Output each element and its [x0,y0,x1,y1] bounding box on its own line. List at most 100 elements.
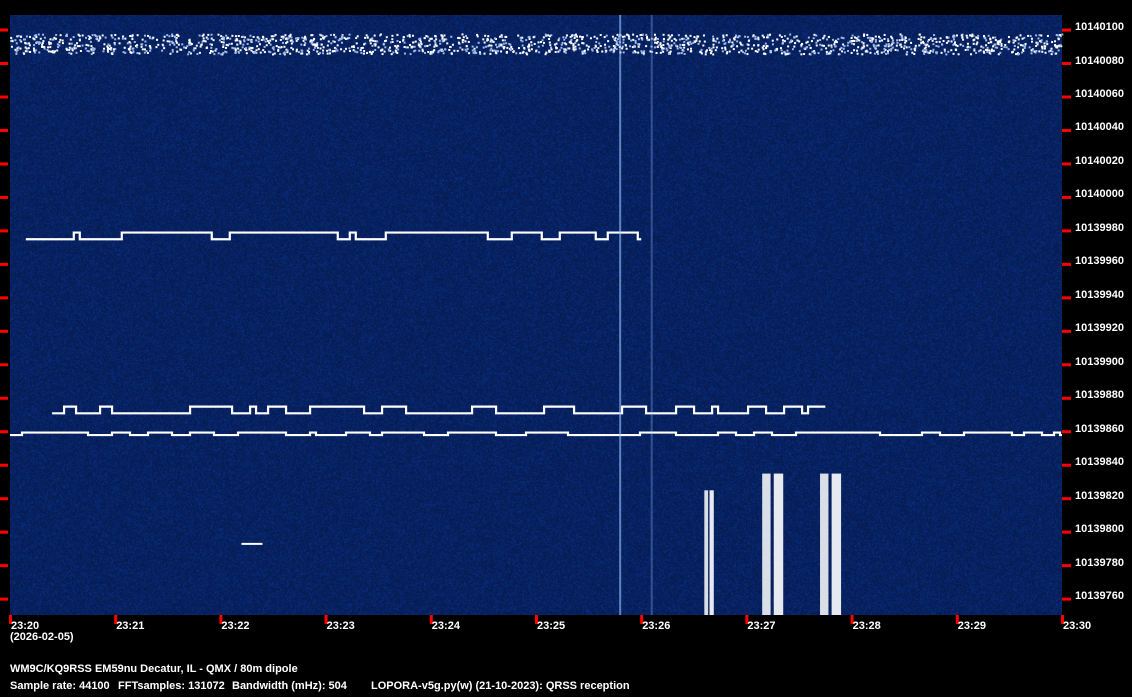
band-pixel [1012,41,1015,44]
band-pixel [695,37,698,40]
band-pixel [1041,50,1044,53]
band-pixel [728,40,731,43]
band-pixel [795,35,798,38]
band-pixel [188,41,191,44]
y-tick-label: 10139820 [1075,489,1124,502]
band-pixel [809,53,812,56]
band-pixel [487,35,490,38]
y-tick-left [0,363,8,367]
band-pixel [654,41,657,44]
band-pixel [857,35,860,38]
band-pixel [527,48,530,51]
band-pixel [982,50,985,53]
band-pixel [201,40,204,43]
x-tick-label: 23:29 [957,620,986,632]
band-pixel [341,35,344,38]
band-pixel [581,50,584,53]
band-pixel [309,40,312,43]
band-pixel [1029,35,1032,38]
band-pixel [450,35,453,38]
band-pixel [564,51,567,54]
band-pixel [820,48,823,51]
band-pixel [714,49,717,52]
band-pixel [141,38,144,41]
band-pixel [156,38,159,41]
y-tick-right [1062,396,1071,400]
band-pixel [433,49,436,52]
band-pixel [645,33,648,36]
band-pixel [629,45,632,48]
band-pixel [25,47,28,50]
band-pixel [337,39,340,42]
band-pixel [554,46,557,49]
band-pixel [665,47,668,50]
band-pixel [146,34,149,37]
band-pixel [413,50,416,53]
band-pixel [609,49,612,52]
band-pixel [667,34,670,37]
band-pixel [589,37,592,40]
band-pixel [673,42,676,45]
band-pixel [593,35,596,38]
band-pixel [475,46,478,49]
band-pixel [1007,48,1010,51]
band-pixel [591,49,594,52]
band-pixel [744,49,747,52]
band-pixel [70,47,73,50]
band-pixel [359,49,362,52]
band-pixel [461,33,464,36]
band-pixel [255,39,258,42]
band-pixel [140,45,143,48]
band-pixel [403,41,406,44]
band-pixel [846,44,849,47]
band-pixel [961,36,964,39]
band-pixel [992,36,995,39]
band-pixel [542,41,545,44]
band-pixel [1039,40,1042,43]
band-pixel [757,44,760,47]
band-pixel [70,52,73,55]
band-pixel [1000,47,1003,50]
band-pixel [1013,44,1016,47]
band-pixel [29,51,32,54]
band-pixel [54,37,57,40]
band-pixel [786,49,789,52]
band-pixel [239,49,242,52]
band-pixel [277,46,280,49]
band-pixel [634,39,637,42]
band-pixel [39,37,42,40]
band-pixel [494,37,497,40]
band-pixel [926,43,929,46]
band-pixel [622,38,625,41]
band-pixel [984,37,987,40]
band-pixel [246,42,249,45]
band-pixel [382,42,385,45]
band-pixel [888,48,891,51]
band-pixel [316,46,319,49]
y-tick-left [0,162,8,166]
band-pixel [1037,37,1040,40]
band-pixel [660,45,663,48]
band-pixel [411,34,414,37]
band-pixel [523,46,526,49]
band-pixel [576,35,579,38]
band-pixel [698,40,701,43]
band-pixel [622,51,625,54]
band-pixel [607,40,610,43]
band-pixel [682,37,685,40]
band-pixel [425,35,428,38]
band-pixel [19,39,22,42]
band-pixel [680,46,683,49]
band-pixel [892,39,895,42]
band-pixel [784,53,787,56]
band-pixel [969,46,972,49]
band-pixel [239,40,242,43]
band-pixel [1013,48,1016,51]
band-pixel [787,45,790,48]
band-pixel [56,49,59,52]
band-pixel [581,36,584,39]
band-pixel [693,36,696,39]
band-pixel [985,44,988,47]
band-pixel [710,47,713,50]
band-pixel [595,49,598,52]
